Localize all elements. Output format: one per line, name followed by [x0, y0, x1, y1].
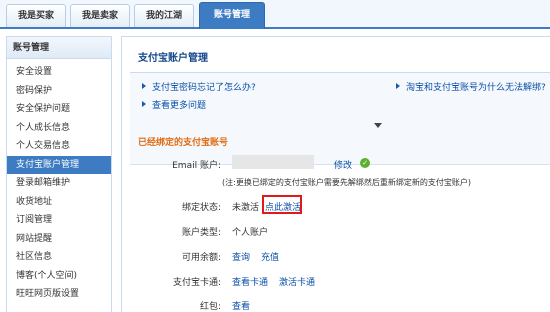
sidebar-item-security-settings[interactable]: 安全设置	[7, 63, 111, 82]
binding-status-label: 绑定状态:	[181, 203, 221, 213]
tab-seller[interactable]: 我是卖家	[70, 4, 130, 27]
email-label: Email 账户:	[172, 161, 221, 171]
red-packet-label: 红包:	[199, 302, 221, 312]
sidebar-item-security-questions[interactable]: 安全保护问题	[7, 100, 111, 119]
view-red-packet-link[interactable]: 查看	[232, 299, 250, 312]
account-type-label: 账户类型:	[181, 228, 221, 238]
checkmark-icon: ✓	[360, 158, 370, 168]
account-type-value: 个人账户	[232, 228, 269, 238]
arrow-right-icon	[142, 101, 146, 107]
sidebar-item-shipping-address[interactable]: 收货地址	[7, 193, 111, 212]
sidebar-item-growth-info[interactable]: 个人成长信息	[7, 119, 111, 138]
unbind-note: (注:更换已绑定的支付宝账户需要先解绑然后重新绑定新的支付宝账户)	[222, 178, 471, 187]
activate-card-link[interactable]: 激活卡通	[279, 275, 315, 288]
help-box: 支付宝密码忘记了怎么办? 淘宝和支付宝账号为什么无法解绑? 查看更多问题	[130, 73, 550, 165]
card-label: 支付宝卡通:	[172, 278, 221, 288]
section-title: 已经绑定的支付宝账号	[138, 138, 229, 148]
help-link-unbind-question[interactable]: 淘宝和支付宝账号为什么无法解绑?	[406, 80, 546, 93]
page-title: 支付宝账户管理	[138, 53, 208, 64]
sidebar-item-password-protection[interactable]: 密码保护	[7, 82, 111, 101]
sidebar-list: 安全设置 密码保护 安全保护问题 个人成长信息 个人交易信息 支付宝账户管理 登…	[7, 63, 111, 304]
sidebar-item-login-email[interactable]: 登录邮箱维护	[7, 174, 111, 193]
tab-account-management[interactable]: 账号管理	[199, 2, 265, 29]
sidebar-item-community-info[interactable]: 社区信息	[7, 248, 111, 267]
sidebar: 账号管理 安全设置 密码保护 安全保护问题 个人成长信息 个人交易信息 支付宝账…	[6, 36, 112, 312]
sidebar-item-blog[interactable]: 博客(个人空间)	[7, 267, 111, 286]
view-card-link[interactable]: 查看卡通	[232, 275, 268, 288]
edit-email-link[interactable]: 修改	[334, 158, 352, 171]
sidebar-title: 账号管理	[7, 37, 111, 59]
sidebar-item-wangwang-settings[interactable]: 旺旺网页版设置	[7, 285, 111, 304]
binding-status-value: 未激活	[232, 203, 260, 213]
activate-highlight-box	[262, 195, 302, 214]
expand-arrow-icon[interactable]	[374, 123, 382, 128]
main-panel: 支付宝账户管理 支付宝密码忘记了怎么办? 淘宝和支付宝账号为什么无法解绑? 查看…	[121, 36, 550, 312]
sidebar-item-trade-info[interactable]: 个人交易信息	[7, 137, 111, 156]
sidebar-item-site-reminders[interactable]: 网站提醒	[7, 230, 111, 249]
top-nav: 我是买家 我是卖家 我的江湖 账号管理	[0, 0, 550, 29]
tab-community[interactable]: 我的江湖	[134, 4, 194, 27]
balance-query-link[interactable]: 查询	[232, 250, 250, 263]
arrow-right-icon	[396, 83, 400, 89]
tab-buyer[interactable]: 我是买家	[6, 4, 66, 27]
email-masked-value	[232, 155, 314, 169]
sidebar-item-alipay-account[interactable]: 支付宝账户管理	[7, 155, 111, 174]
help-link-forgot-password[interactable]: 支付宝密码忘记了怎么办?	[152, 80, 256, 93]
sidebar-item-subscriptions[interactable]: 订阅管理	[7, 211, 111, 230]
arrow-right-icon	[142, 83, 146, 89]
recharge-link[interactable]: 充值	[261, 250, 279, 263]
balance-label: 可用余额:	[181, 253, 221, 263]
help-link-more-questions[interactable]: 查看更多问题	[152, 98, 206, 111]
